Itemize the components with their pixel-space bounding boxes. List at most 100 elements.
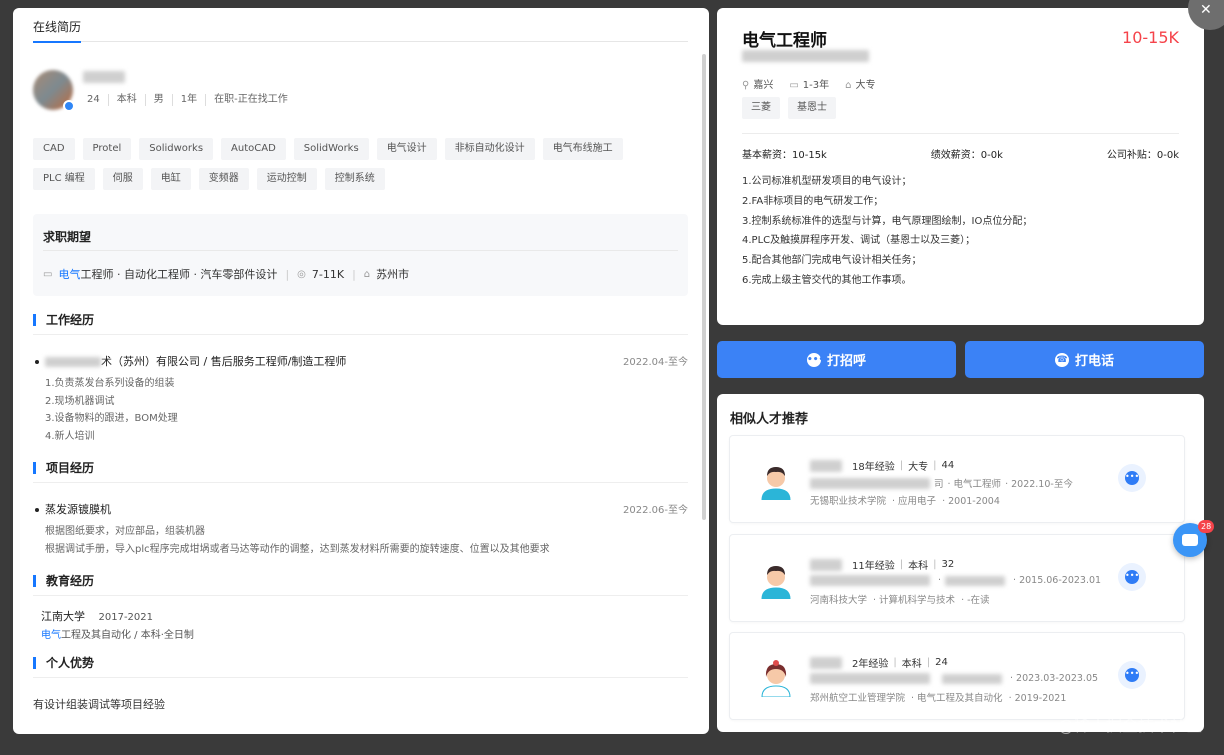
watermark: @稀土掘金技术社区: [1057, 716, 1202, 735]
meta-age: 24: [87, 94, 100, 105]
skill-tag: Solidworks: [139, 138, 214, 160]
candidate-degree: 大专: [908, 462, 929, 473]
expectation-title: 求职期望: [43, 230, 92, 244]
work-duty: 2.现场机器调试: [45, 395, 115, 407]
job-title: 电气工程师: [742, 31, 827, 51]
job-tag: 三菱: [742, 97, 780, 119]
project-detail: 根据图纸要求，对应部品，组装机器: [45, 526, 205, 537]
candidate-age: 24: [935, 657, 948, 668]
skill-tag: 非标自动化设计: [444, 138, 535, 160]
job-tag: 基恩士: [788, 97, 836, 119]
verified-icon: [63, 100, 75, 112]
location-icon: ⌂: [363, 268, 371, 280]
expectation-row: ▭ 电气 工程师 · 自动化工程师 · 汽车零部件设计 | ◎ 7-11K | ⌂…: [43, 267, 410, 282]
candidate-degree: 本科: [901, 659, 922, 670]
candidate-education: 无锡职业技术学院 · 应用电子 · 2001-2004: [810, 496, 1000, 507]
candidate-card[interactable]: 18年经验 | 大专 | 44 司 · 电气工程师 · 2022.10-至今 无锡职业技术学院 ·…: [729, 435, 1185, 523]
work-duty: 4.新人培训: [45, 430, 95, 442]
candidate-card[interactable]: 11年经验 | 本科 | 32 · · 2015.06-2023.01 河南科技大学 · 计算机…: [729, 534, 1185, 622]
meta-gender: 男: [144, 94, 172, 106]
skill-tag: 运动控制: [256, 168, 317, 190]
education-school: 江南大学: [41, 610, 85, 623]
job-duty: 1.公司标准机型研发项目的电气设计；: [742, 176, 912, 187]
job-duties: 1.公司标准机型研发项目的电气设计； 2.FA非标项目的电气研发工作； 3.控制…: [742, 172, 1032, 291]
work-duty: 1.负责蒸发台系列设备的组装: [45, 378, 175, 389]
work-duties: 1.负责蒸发台系列设备的组装 2.现场机器调试 3.设备物料的跟进，BOM处理 …: [45, 375, 178, 445]
candidate-name-redacted: [83, 71, 125, 83]
education-item: 江南大学 2017-2021: [41, 608, 153, 624]
expectation-salary: 7-11K: [311, 267, 345, 281]
work-company: 术（苏州）有限公司 / 售后服务工程师/制造工程师: [101, 355, 347, 368]
scrollbar[interactable]: [702, 54, 706, 520]
person-location-icon: ⚲: [742, 80, 750, 91]
call-button[interactable]: ☎ 打电话: [965, 341, 1204, 378]
expectation-roles: 工程师 · 自动化工程师 · 汽车零部件设计: [80, 268, 278, 281]
meta-degree: 本科: [107, 94, 145, 106]
skill-tag: CAD: [33, 138, 75, 160]
tab-online-resume[interactable]: 在线简历: [33, 18, 82, 43]
close-icon: ✕: [1200, 2, 1212, 18]
job-tags: 三菱 基恩士: [742, 97, 836, 119]
candidate-experience: 2年经验: [852, 659, 889, 670]
candidate-degree: 本科: [908, 561, 929, 572]
education-section-title: 教育经历: [33, 575, 94, 587]
skill-tags: CAD Protel Solidworks AutoCAD SolidWorks 电气设计…: [33, 138, 683, 190]
graduation-cap-icon: ⌂: [845, 80, 852, 91]
project-date: 2022.06-至今: [623, 505, 688, 516]
candidate-summary: 2年经验 | 本科 | 24: [810, 655, 948, 670]
candidate-summary: 18年经验 | 大专 | 44: [810, 458, 954, 473]
company-redacted: [742, 50, 869, 62]
candidate-work: 司 · 电气工程师 · 2022.10-至今: [810, 476, 1073, 490]
candidate-company-redacted: [810, 673, 930, 684]
chat-button[interactable]: •••: [1118, 661, 1146, 689]
candidate-company-redacted: [810, 477, 930, 489]
skill-tag: PLC 编程: [33, 168, 95, 190]
job-salary: 10-15K: [1122, 28, 1179, 47]
project-name: 蒸发源镀膜机: [45, 503, 111, 516]
profile-meta: 24 本科 男 1年 在职-正在找工作: [87, 94, 296, 106]
candidate-role-redacted: [945, 575, 1006, 586]
candidate-work: · 2023.03-2023.05: [810, 673, 1098, 684]
job-expectation: 求职期望 ▭ 电气 工程师 · 自动化工程师 · 汽车零部件设计 | ◎ 7-11…: [33, 214, 688, 296]
job-meta: ⚲ 嘉兴 ▭ 1-3年 ⌂ 大专: [742, 76, 875, 91]
candidate-card[interactable]: 2年经验 | 本科 | 24 · 2023.03-2023.05 郑州航空工业管理学院 · 电…: [729, 632, 1185, 720]
job-detail-card: 电气工程师 10-15K ⚲ 嘉兴 ▭ 1-3年 ⌂ 大专 三菱 基恩士 基本薪资：1…: [717, 8, 1204, 325]
candidate-education: 河南科技大学 · 计算机科学与技术 · -在读: [810, 595, 990, 606]
candidate-avatar-icon: [761, 467, 791, 500]
unread-badge: 28: [1198, 520, 1215, 533]
candidate-education: 郑州航空工业管理学院 · 电气工程及其自动化 · 2019-2021: [810, 693, 1067, 704]
candidate-experience: 18年经验: [852, 462, 895, 473]
job-duty: 5.配合其他部门完成电气设计相关任务；: [742, 255, 922, 267]
chat-button[interactable]: •••: [1118, 464, 1146, 492]
candidate-avatar-icon: [761, 566, 791, 599]
skill-tag: 电气设计: [376, 138, 437, 160]
project-detail: 根据调试手册，导入plc程序完成坩埚或者马达等动作的调整，达到蒸发材料所需要的旋…: [45, 543, 550, 555]
candidate-age: 44: [941, 460, 955, 471]
skill-tag: Protel: [82, 138, 132, 160]
chat-button[interactable]: •••: [1118, 563, 1146, 591]
candidate-name-redacted: [810, 656, 842, 669]
job-experience: 1-3年: [802, 80, 830, 91]
candidate-age: 32: [941, 559, 955, 570]
job-location: 嘉兴: [753, 80, 774, 91]
performance-pay: 绩效薪资：0-0k: [930, 150, 1003, 161]
skill-tag: 控制系统: [324, 168, 385, 190]
meta-experience: 1年: [171, 94, 205, 106]
education-years: 2017-2021: [98, 612, 154, 623]
message-icon: [1182, 534, 1198, 546]
greet-button[interactable]: ••• 打招呼: [717, 341, 956, 378]
chat-bubble-icon: •••: [1125, 668, 1139, 682]
work-section-title: 工作经历: [33, 314, 94, 326]
company-name-redacted: [45, 357, 101, 367]
skill-tag: SolidWorks: [293, 138, 369, 160]
candidate-name-redacted: [810, 558, 842, 571]
similar-title: 相似人才推荐: [730, 412, 809, 427]
work-item: 术（苏州）有限公司 / 售后服务工程师/制造工程师 2022.04-至今: [35, 353, 688, 369]
expectation-role-highlight: 电气: [58, 268, 81, 281]
work-duty: 3.设备物料的跟进，BOM处理: [45, 413, 178, 424]
base-pay: 基本薪资：10-15k: [742, 150, 827, 161]
skill-tag: 伺服: [102, 168, 143, 190]
job-duty: 3.控制系统标准件的选型与计算，电气原理图绘制，IO点位分配；: [742, 215, 1033, 227]
skill-tag: 变频器: [198, 168, 249, 190]
job-duty: 6.完成上级主管交代的其他工作事项。: [742, 274, 912, 286]
